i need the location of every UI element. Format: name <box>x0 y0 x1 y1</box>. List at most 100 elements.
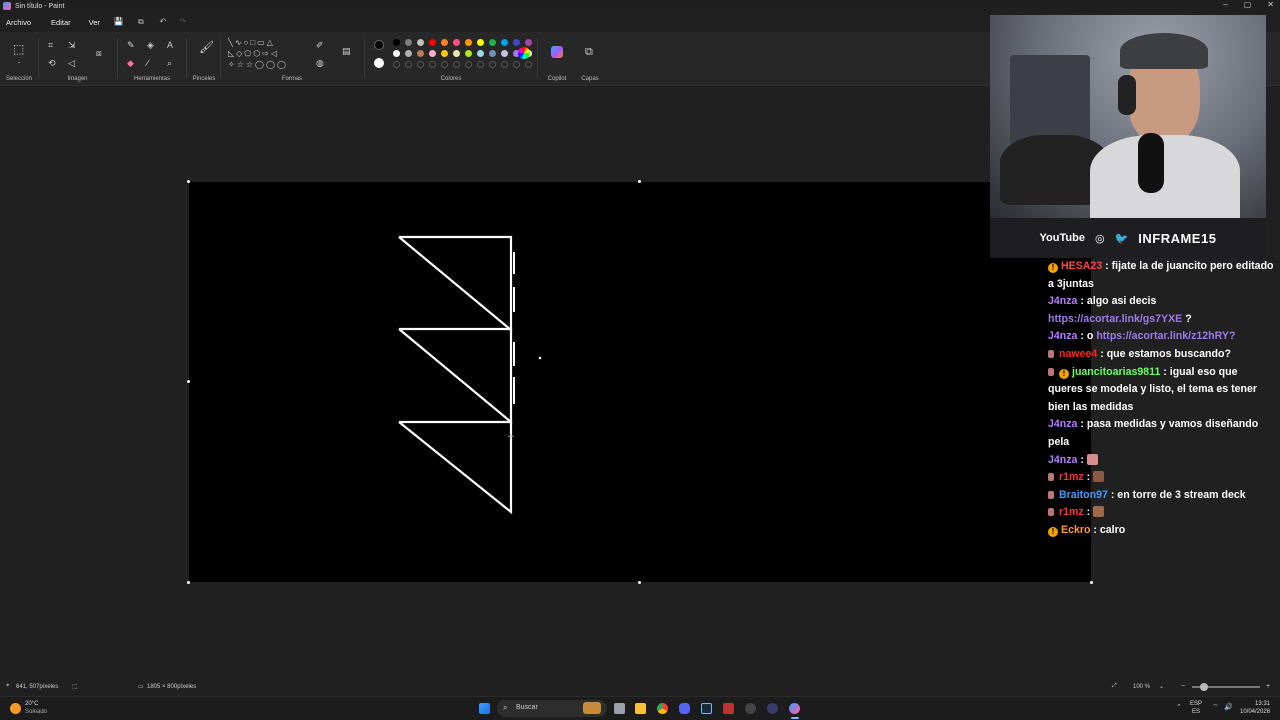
discord-icon[interactable] <box>679 703 690 714</box>
edit-colors-icon[interactable] <box>518 47 530 59</box>
chat-username[interactable]: Eckro <box>1061 524 1090 536</box>
menu-editar[interactable]: Editar <box>45 18 77 27</box>
color-swatch[interactable] <box>477 50 484 57</box>
empty-color-slot[interactable] <box>453 61 460 68</box>
minimize-icon[interactable]: – <box>1223 0 1227 9</box>
empty-color-slot[interactable] <box>417 61 424 68</box>
task-view-icon[interactable] <box>614 703 625 714</box>
fit-icon[interactable]: ⤢ <box>1112 683 1117 690</box>
chat-username[interactable]: juancitoarias9811 <box>1072 366 1160 378</box>
color-swatch[interactable] <box>465 39 472 46</box>
wifi-icon[interactable]: ⌔ <box>1212 703 1219 712</box>
obs-icon[interactable] <box>745 703 756 714</box>
flip-icon[interactable]: ◁ <box>68 58 75 68</box>
chevron-down-icon[interactable]: ⌄ <box>17 57 21 67</box>
primary-color-swatch[interactable] <box>374 40 384 50</box>
empty-color-slot[interactable] <box>441 61 448 68</box>
clock-date[interactable]: 10/04/2026 <box>1240 709 1270 715</box>
color-swatch[interactable] <box>393 39 400 46</box>
steam-icon[interactable] <box>701 703 712 714</box>
chat-username[interactable]: HESA23 <box>1061 260 1102 272</box>
empty-color-slot[interactable] <box>513 61 520 68</box>
resize-icon[interactable]: ⇲ <box>68 40 76 50</box>
chrome-icon[interactable] <box>657 703 668 714</box>
color-swatch[interactable] <box>477 39 484 46</box>
empty-color-slot[interactable] <box>501 61 508 68</box>
chat-username[interactable]: r1mz <box>1059 471 1084 483</box>
share-icon[interactable]: ⧉ <box>136 17 146 27</box>
empty-color-slot[interactable] <box>489 61 496 68</box>
file-explorer-icon[interactable] <box>635 703 646 714</box>
color-swatch[interactable] <box>453 50 460 57</box>
color-swatch[interactable] <box>489 39 496 46</box>
zoom-out-icon[interactable]: − <box>1181 683 1185 690</box>
image-select-icon[interactable]: ⧈ <box>96 48 102 58</box>
brush-icon[interactable]: 🖌 <box>199 41 214 53</box>
volume-icon[interactable]: 🔊 <box>1224 703 1233 711</box>
resize-handle[interactable] <box>1090 581 1093 584</box>
zoom-in-icon[interactable]: + <box>1266 683 1270 690</box>
resize-handle[interactable] <box>638 581 641 584</box>
tray-chevron-icon[interactable]: ⌃ <box>1176 703 1182 711</box>
color-swatch[interactable] <box>441 50 448 57</box>
shapes-gallery[interactable]: ╲∿○□▭△ ◺◇⬠⬡⇨◁ ✧☆☆◯◯◯ <box>228 37 308 73</box>
empty-color-slot[interactable] <box>477 61 484 68</box>
empty-color-slot[interactable] <box>465 61 472 68</box>
color-swatch[interactable] <box>525 39 532 46</box>
color-swatch[interactable] <box>417 50 424 57</box>
chat-link[interactable]: https://acortar.link/gs7YXE <box>1048 313 1182 325</box>
layers-icon[interactable]: ⧉ <box>585 47 593 58</box>
save-icon[interactable]: 💾 <box>114 17 124 27</box>
chat-username[interactable]: nawee4 <box>1059 348 1097 360</box>
rotate-icon[interactable]: ⟲ <box>48 58 56 68</box>
zoom-slider-thumb[interactable] <box>1200 683 1208 691</box>
zoom-level[interactable]: 100 % <box>1133 684 1150 690</box>
chat-username[interactable]: J4nza <box>1048 454 1077 466</box>
copilot-icon[interactable] <box>551 46 563 58</box>
chat-username[interactable]: J4nza <box>1048 418 1077 430</box>
text-icon[interactable]: A <box>167 40 173 50</box>
magnifier-icon[interactable]: ⌕ <box>167 58 172 68</box>
app-icon[interactable] <box>723 703 734 714</box>
color-swatch[interactable] <box>501 39 508 46</box>
chat-username[interactable]: J4nza <box>1048 295 1077 307</box>
pencil-icon[interactable]: ✎ <box>127 40 135 50</box>
search-box[interactable]: ⌕ Buscar <box>497 700 607 717</box>
shape-size-icon[interactable]: ▤ <box>342 46 351 56</box>
chat-username[interactable]: J4nza <box>1048 330 1077 342</box>
color-swatch[interactable] <box>513 39 520 46</box>
empty-color-slot[interactable] <box>393 61 400 68</box>
chat-link[interactable]: https://acortar.link/z12hRY? <box>1096 330 1235 342</box>
chevron-down-icon[interactable]: ⌄ <box>1159 683 1164 690</box>
app-icon[interactable] <box>767 703 778 714</box>
maximize-icon[interactable]: ▢ <box>1244 0 1252 9</box>
secondary-color-swatch[interactable] <box>374 58 384 68</box>
color-swatch[interactable] <box>405 39 412 46</box>
outline-icon[interactable]: ✐ <box>316 40 324 50</box>
windows-start-icon[interactable] <box>479 703 490 714</box>
undo-icon[interactable]: ↶ <box>158 17 168 27</box>
color-swatch[interactable] <box>465 50 472 57</box>
color-swatch[interactable] <box>501 50 508 57</box>
color-picker-icon[interactable]: ⁄ <box>147 58 149 68</box>
resize-handle[interactable] <box>187 180 190 183</box>
menu-archivo[interactable]: Archivo <box>0 18 37 27</box>
empty-color-slot[interactable] <box>525 61 532 68</box>
resize-handle[interactable] <box>187 380 190 383</box>
color-swatch[interactable] <box>429 39 436 46</box>
color-swatch[interactable] <box>429 50 436 57</box>
shape-fill-icon[interactable]: ◍ <box>316 58 324 68</box>
clock-time[interactable]: 13:31 <box>1255 701 1270 707</box>
menu-ver[interactable]: Ver <box>83 18 106 27</box>
color-swatch[interactable] <box>441 39 448 46</box>
chat-username[interactable]: Braiton97 <box>1059 489 1108 501</box>
drawing-canvas[interactable]: + <box>189 182 1091 582</box>
chat-username[interactable]: r1mz <box>1059 506 1084 518</box>
empty-color-slot[interactable] <box>405 61 412 68</box>
empty-color-slot[interactable] <box>429 61 436 68</box>
input-lang-sub[interactable]: ES <box>1192 709 1200 715</box>
select-rect-icon[interactable]: ⬚ <box>13 43 24 55</box>
color-swatch[interactable] <box>405 50 412 57</box>
fill-icon[interactable]: ◈ <box>147 40 154 50</box>
input-lang[interactable]: ESP <box>1190 701 1202 707</box>
